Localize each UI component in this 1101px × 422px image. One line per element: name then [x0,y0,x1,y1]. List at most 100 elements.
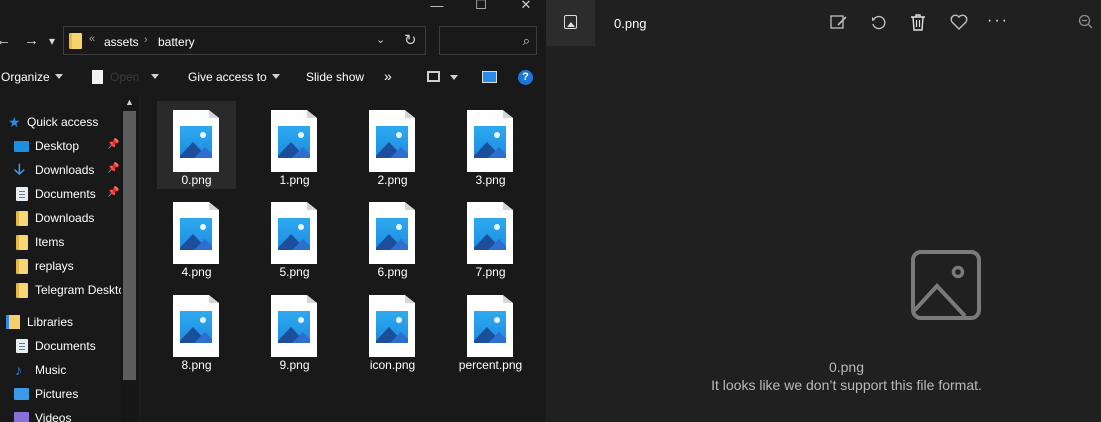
image-icon [564,15,577,29]
edit-image-icon[interactable] [830,14,848,34]
folder-icon [69,33,82,49]
help-icon[interactable]: ? [518,70,533,85]
breadcrumb-assets[interactable]: assets [104,35,139,49]
nav-item-libraries[interactable]: Libraries [0,311,122,333]
file-item[interactable]: 8.png [157,286,236,374]
breadcrumb-separator-icon[interactable]: › [144,34,148,46]
documents-icon [16,187,28,201]
nav-item-label: replays [35,259,74,273]
nav-item-label: Downloads [35,211,95,225]
favorite-icon[interactable] [950,14,968,34]
file-item[interactable]: icon.png [353,286,432,374]
file-item[interactable]: 7.png [451,193,530,281]
libraries-icon [6,315,20,329]
pin-icon: 📌 [107,163,120,174]
title-bar: — ☐ ✕ [0,0,546,14]
file-icon [92,70,103,84]
file-name: 5.png [279,265,310,279]
back-button[interactable]: ← [0,32,11,50]
folder-icon [16,283,28,298]
chevron-down-icon[interactable]: ⌄ [376,33,385,46]
preview-pane-icon [482,71,497,83]
folder-icon [16,235,28,250]
nav-item-telegram-desktop[interactable]: Telegram Desktop [0,279,122,301]
delete-icon[interactable] [910,14,926,35]
search-icon: ⌕ [522,33,530,48]
nav-item-downloads-pinned[interactable]: 🡣 Downloads 📌 [0,159,122,181]
pictures-icon [14,388,29,400]
navigation-scrollbar[interactable]: ▲ [121,95,138,422]
file-name: 2.png [377,173,408,187]
zoom-out-icon[interactable] [1078,14,1094,34]
download-icon: 🡣 [14,161,25,178]
recent-locations-button[interactable]: ▾ [49,32,55,50]
nav-item-quick-access[interactable]: ★ Quick access [0,111,122,133]
chevron-down-icon [54,74,63,79]
file-item[interactable]: 4.png [157,193,236,281]
give-access-button[interactable]: Give access to [188,70,280,84]
image-file-icon [173,110,219,172]
more-options-button[interactable]: ··· [987,12,1009,30]
image-file-icon [271,202,317,264]
file-item[interactable]: percent.png [451,286,530,374]
nav-item-desktop[interactable]: Desktop 📌 [0,135,122,157]
refresh-icon[interactable]: ↻ [404,31,417,49]
nav-item-pictures[interactable]: Pictures [0,383,122,405]
image-file-icon [173,295,219,357]
view-options-button[interactable] [427,71,458,85]
scroll-up-icon[interactable]: ▲ [125,97,134,107]
file-item[interactable]: 5.png [255,193,334,281]
image-file-icon [467,202,513,264]
nav-item-music[interactable]: ♪ Music [0,359,122,381]
search-input[interactable]: ⌕ [439,26,537,55]
viewer-file-name: 0.png [614,16,647,31]
nav-item-label: Pictures [35,387,79,401]
preview-pane-button[interactable] [482,71,497,86]
unsupported-format-message: It looks like we don’t support this file… [711,377,982,393]
image-file-icon [173,202,219,264]
nav-item-label: Documents [35,187,96,201]
nav-item-replays[interactable]: replays [0,255,122,277]
nav-item-label: Quick access [27,115,99,129]
image-file-icon [467,295,513,357]
file-name: 8.png [181,358,212,372]
organize-button[interactable]: Organize [1,70,63,84]
address-bar[interactable]: « assets › battery ⌄ ↻ [63,26,426,55]
image-file-icon [467,110,513,172]
maximize-button[interactable]: ☐ [458,0,504,14]
file-item[interactable]: 1.png [255,101,334,189]
file-item[interactable]: 9.png [255,286,334,374]
pin-icon: 📌 [107,187,120,198]
file-name: 7.png [475,265,506,279]
viewer-toolbar: 0.png ··· [546,0,1101,46]
nav-item-label: Documents [35,339,96,353]
file-item[interactable]: 2.png [353,101,432,189]
open-button[interactable]: Open [92,70,160,84]
photo-viewer-window: 0.png ··· 0.png It looks like we don’t s… [546,0,1101,422]
scrollbar-thumb[interactable] [123,111,136,380]
unsupported-image-icon [911,250,981,320]
image-file-icon [271,110,317,172]
slideshow-button[interactable]: Slide show [306,70,364,84]
minimize-button[interactable]: — [414,0,460,14]
breadcrumb-battery[interactable]: battery [158,35,195,49]
rotate-icon[interactable] [870,14,888,36]
desktop-icon [14,141,29,152]
file-name: 3.png [475,173,506,187]
nav-item-videos[interactable]: Videos [0,407,122,422]
nav-item-documents-pinned[interactable]: Documents 📌 [0,183,122,205]
forward-button[interactable]: → [24,32,39,50]
nav-item-library-documents[interactable]: Documents [0,335,122,357]
nav-item-downloads[interactable]: Downloads [0,207,122,229]
file-item[interactable]: 3.png [451,101,530,189]
see-all-photos-button[interactable] [546,0,595,46]
file-name: 6.png [377,265,408,279]
file-item[interactable]: 6.png [353,193,432,281]
nav-item-items[interactable]: Items [0,231,122,253]
file-item[interactable]: 0.png [157,101,236,189]
chevron-down-icon [450,75,458,80]
overflow-chevron-icon[interactable]: « [89,33,95,45]
close-button[interactable]: ✕ [503,0,549,14]
more-commands-button[interactable]: » [384,68,392,84]
file-list: 0.png 1.png 2.png 3.png 4.png 5.png 6.pn… [141,95,546,422]
